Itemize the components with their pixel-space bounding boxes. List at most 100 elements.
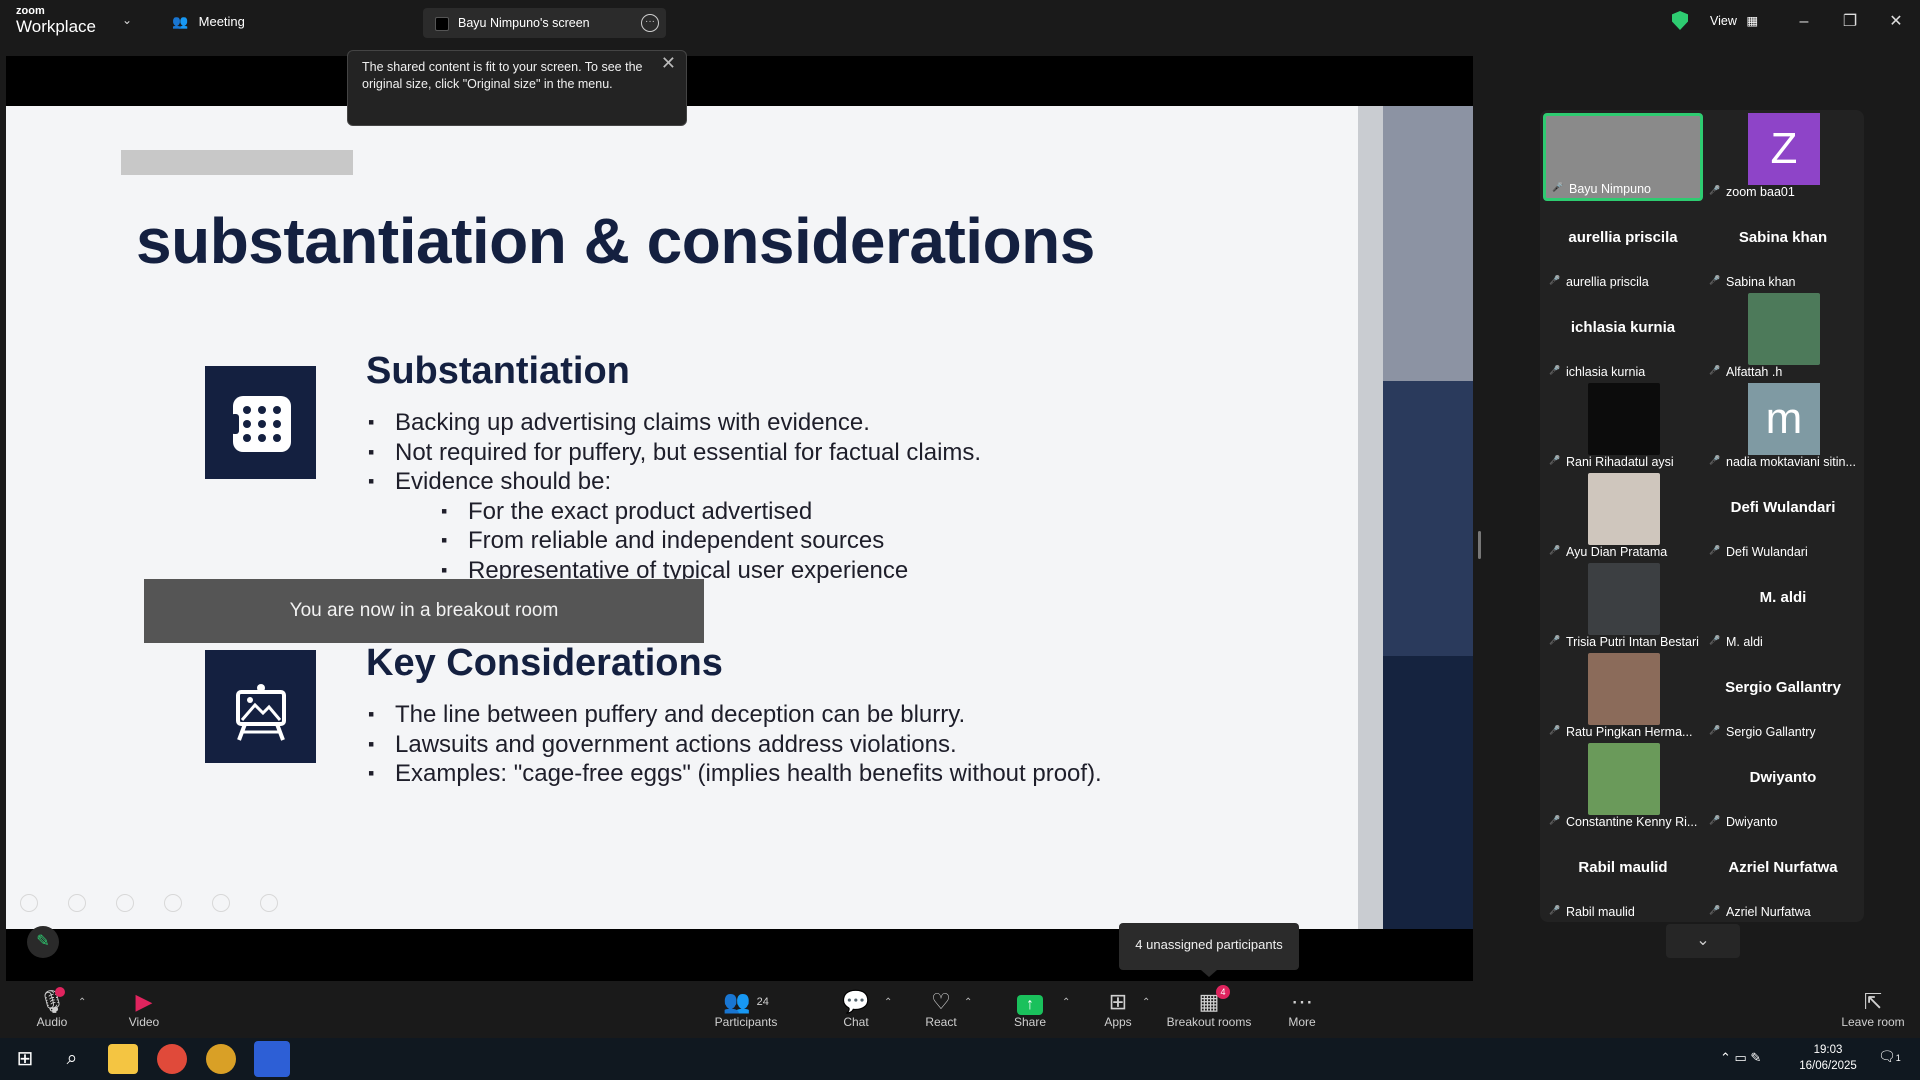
participant-tile[interactable]: m 🎤 nadia moktaviani sitin...	[1703, 383, 1863, 471]
participant-name: Trisia Putri Intan Bestari	[1566, 635, 1699, 649]
participant-tile[interactable]: M. aldi 🎤 M. aldi	[1703, 563, 1863, 651]
chrome-profile-icon[interactable]	[206, 1044, 236, 1074]
participant-tile[interactable]: Z 🎤 zoom baa01	[1703, 113, 1863, 201]
system-tray-icons[interactable]: ⌃ ▭ ✎	[1720, 1050, 1761, 1066]
share-caret-icon[interactable]: ⌃	[1062, 997, 1070, 1008]
participant-tile[interactable]: Rabil maulid 🎤 Rabil maulid	[1543, 833, 1703, 921]
video-button[interactable]: ▶ Video	[126, 989, 162, 1029]
participant-tile[interactable]: 🎤 Trisia Putri Intan Bestari	[1543, 563, 1703, 651]
chrome-icon[interactable]	[157, 1044, 187, 1074]
participant-tile[interactable]: 🎤 Alfattah .h	[1703, 293, 1863, 381]
participant-display-name: Rabil maulid	[1578, 859, 1668, 876]
apps-label: Apps	[1104, 1015, 1132, 1029]
react-caret-icon[interactable]: ⌃	[964, 997, 972, 1008]
zoom-logo-top: zoom	[16, 5, 45, 17]
more-label: More	[1288, 1015, 1316, 1029]
restore-button[interactable]: ❐	[1836, 8, 1864, 36]
close-button[interactable]: ✕	[1882, 8, 1910, 36]
zoom-logo-bottom: Workplace	[16, 17, 96, 36]
participants-button[interactable]: 👥 24 Participants	[712, 989, 780, 1029]
more-icon[interactable]	[260, 894, 278, 912]
screen-share-tab[interactable]: Bayu Nimpuno's screen ···	[423, 8, 666, 38]
meeting-menu[interactable]: 👥 Meeting	[172, 13, 245, 31]
participant-name: Bayu Nimpuno	[1569, 182, 1651, 196]
system-clock[interactable]: 19:03 16/06/2025	[1788, 1042, 1868, 1074]
view-button[interactable]: View ▦	[1710, 13, 1758, 28]
participant-name: Dwiyanto	[1726, 815, 1778, 829]
bullet-item: Backing up advertising claims with evide…	[368, 408, 981, 438]
participant-display-name: Sabina khan	[1738, 229, 1828, 246]
gallery-scroll-down-button[interactable]: ⌄	[1666, 924, 1740, 958]
key-considerations-bullets: The line between puffery and deception c…	[368, 700, 1102, 789]
annotate-pencil-icon[interactable]: ✎	[27, 926, 59, 958]
apps-icon: ⊞	[1108, 989, 1128, 1014]
more-options-icon[interactable]: ···	[641, 14, 659, 32]
participant-tile[interactable]: aurellia priscila 🎤 aurellia priscila	[1543, 203, 1703, 291]
participant-tile[interactable]: Sabina khan 🎤 Sabina khan	[1703, 203, 1863, 291]
pen-icon[interactable]	[116, 894, 134, 912]
react-button[interactable]: ♡ React	[920, 989, 962, 1029]
participant-tile[interactable]: 🎤 Rani Rihadatul aysi	[1543, 383, 1703, 471]
participant-tile[interactable]: 🎤 Ayu Dian Pratama	[1543, 473, 1703, 561]
search-icon[interactable]: ⌕	[57, 1044, 87, 1074]
participant-avatar: m	[1748, 383, 1820, 455]
participant-name: Sergio Gallantry	[1726, 725, 1816, 739]
apps-button[interactable]: ⊞ Apps	[1098, 989, 1138, 1029]
participant-display-name: ichlasia kurnia	[1570, 319, 1676, 336]
zoom-app-icon[interactable]	[254, 1041, 290, 1077]
bullet-item: Lawsuits and government actions address …	[368, 730, 1102, 760]
leave-icon: ⇱	[1863, 989, 1883, 1014]
microphone-muted-icon: 🎙	[38, 987, 66, 1014]
audio-button[interactable]: 🎙 Audio	[35, 987, 69, 1029]
chat-caret-icon[interactable]: ⌃	[884, 997, 892, 1008]
participant-name: Defi Wulandari	[1726, 545, 1808, 559]
windows-start-icon[interactable]: ⊞	[10, 1044, 40, 1074]
notification-icon[interactable]: 🗨1	[1878, 1048, 1901, 1065]
zoom-icon[interactable]	[212, 894, 230, 912]
close-icon[interactable]: ✕	[661, 54, 676, 72]
chat-button[interactable]: 💬 Chat	[836, 989, 876, 1029]
apps-caret-icon[interactable]: ⌃	[1142, 997, 1150, 1008]
participant-tile[interactable]: Defi Wulandari 🎤 Defi Wulandari	[1703, 473, 1863, 561]
prev-slide-icon[interactable]	[20, 894, 38, 912]
breakout-room-toast: You are now in a breakout room	[144, 579, 704, 643]
video-off-icon: ▶	[135, 989, 153, 1014]
bullet-item: Not required for puffery, but essential …	[368, 438, 981, 468]
minimize-button[interactable]: –	[1790, 8, 1818, 36]
share-button[interactable]: ↑ Share	[1010, 989, 1050, 1029]
leave-room-button[interactable]: ⇱ Leave room	[1838, 989, 1908, 1029]
more-button[interactable]: ⋯ More	[1284, 989, 1320, 1029]
easel-icon	[205, 650, 316, 763]
presentation-slide: substantiation & considerations Substant…	[6, 106, 1358, 929]
participant-tile[interactable]: Azriel Nurfatwa 🎤 Azriel Nurfatwa	[1703, 833, 1863, 921]
slide-edge-strip	[1383, 106, 1473, 381]
heart-icon: ♡	[931, 989, 951, 1014]
substantiation-bullets: Backing up advertising claims with evide…	[368, 408, 981, 585]
participant-tile[interactable]: Dwiyanto 🎤 Dwiyanto	[1703, 743, 1863, 831]
meeting-toolbar: 🎙 Audio ⌃ ▶ Video 👥 24 Participants 💬 Cha…	[0, 981, 1920, 1038]
breakout-rooms-button[interactable]: ▦ 4 Breakout rooms	[1164, 985, 1254, 1029]
participant-tile[interactable]: ichlasia kurnia 🎤 ichlasia kurnia	[1543, 293, 1703, 381]
participant-tile[interactable]: 🎤 Constantine Kenny Ri...	[1543, 743, 1703, 831]
next-slide-icon[interactable]	[68, 894, 86, 912]
participant-tile[interactable]: 🎤 Ratu Pingkan Herma...	[1543, 653, 1703, 741]
panel-resize-handle[interactable]	[1478, 531, 1481, 559]
view-label: View	[1710, 14, 1737, 28]
file-explorer-icon[interactable]	[108, 1044, 138, 1074]
participant-photo	[1588, 563, 1660, 635]
participant-display-name: Azriel Nurfatwa	[1728, 859, 1838, 876]
bullet-item: Evidence should be:	[368, 467, 981, 497]
participant-name: M. aldi	[1726, 635, 1763, 649]
chevron-down-icon[interactable]: ⌄	[122, 13, 132, 27]
fit-notice-text: The shared content is fit to your screen…	[362, 60, 643, 91]
share-icon: ↑	[1010, 989, 1050, 1015]
slide-controls	[20, 894, 278, 912]
clock-time: 19:03	[1813, 1044, 1843, 1056]
participant-tile[interactable]: Sergio Gallantry 🎤 Sergio Gallantry	[1703, 653, 1863, 741]
shield-icon[interactable]	[1672, 11, 1688, 30]
audio-caret-icon[interactable]: ⌃	[78, 997, 86, 1008]
participant-name: Sabina khan	[1726, 275, 1796, 289]
participant-tile[interactable]: 🎤 Bayu Nimpuno	[1543, 113, 1703, 201]
slides-icon[interactable]	[164, 894, 182, 912]
keypad-icon	[205, 366, 316, 479]
